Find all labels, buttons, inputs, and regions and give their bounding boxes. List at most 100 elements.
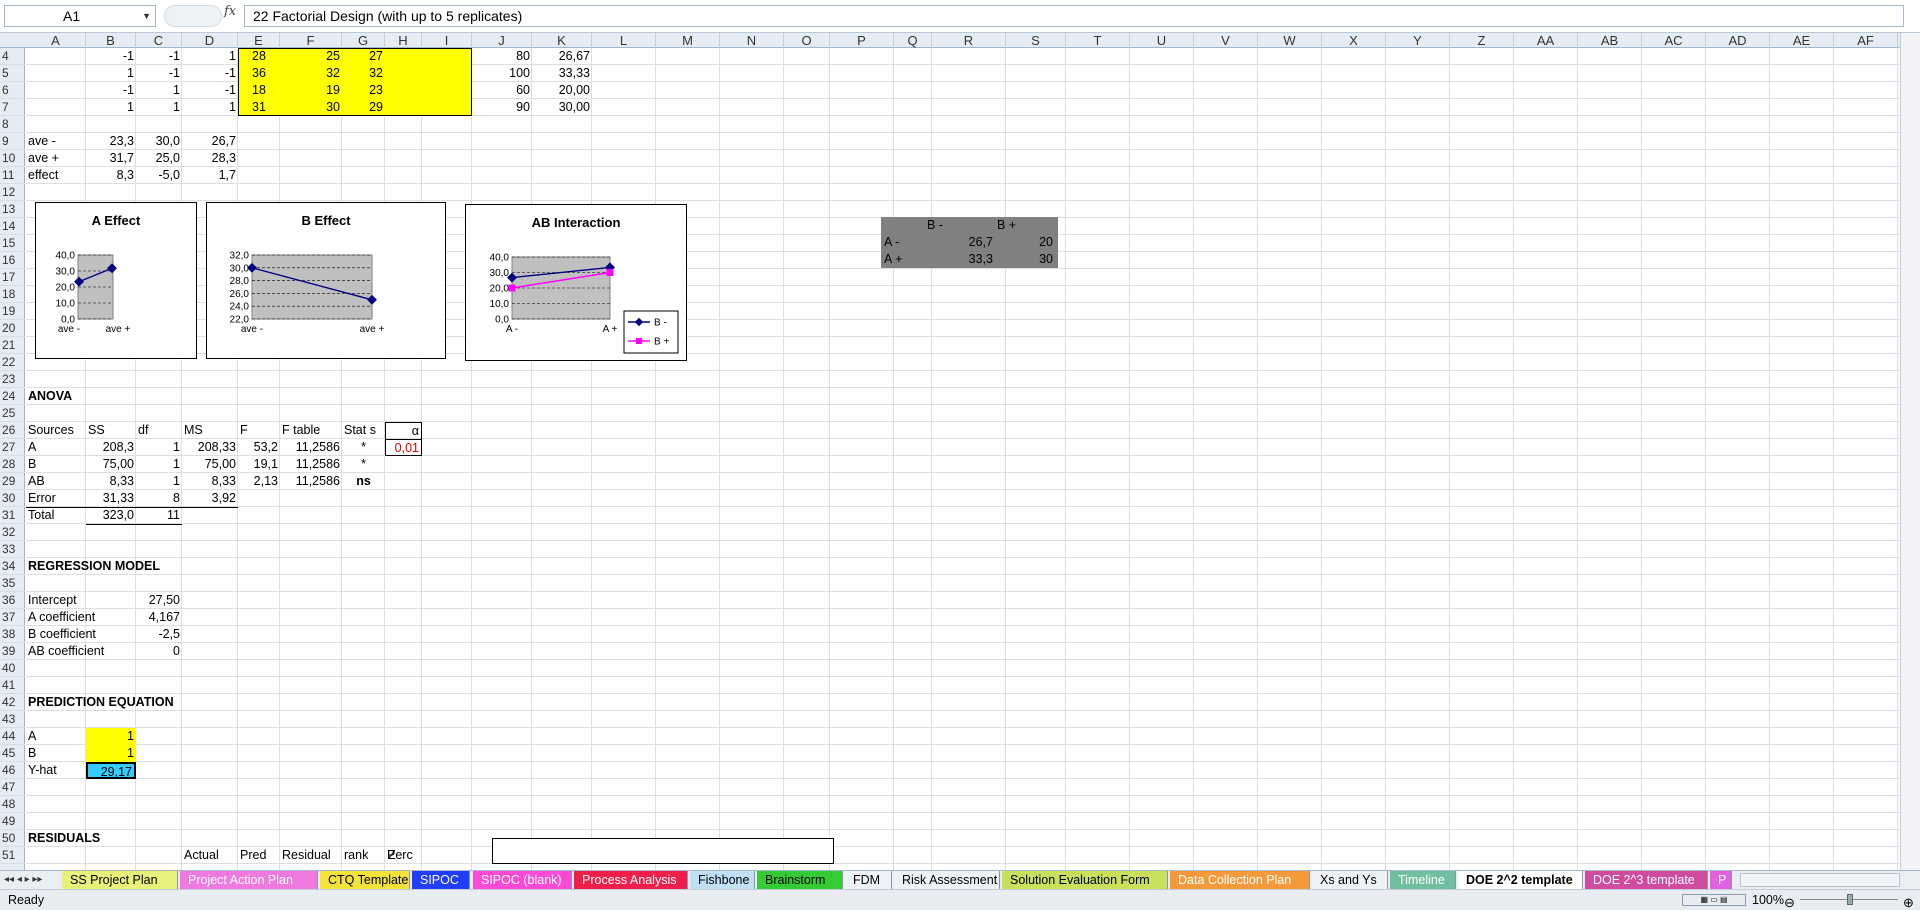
row-header-16[interactable]: 16 [0,252,25,269]
row-header-19[interactable]: 19 [0,303,25,320]
row-header-37[interactable]: 37 [0,609,25,626]
column-header-b[interactable]: B [86,33,136,48]
regression-label[interactable]: A coefficient [26,609,136,626]
design-cell-c6[interactable]: 1 [136,82,182,99]
column-header-t[interactable]: T [1066,33,1130,48]
zoom-out-button[interactable]: ⊖ [1784,893,1795,910]
row-header-45[interactable]: 45 [0,745,25,762]
row-header-23[interactable]: 23 [0,371,25,388]
row-header-18[interactable]: 18 [0,286,25,303]
column-header-x[interactable]: X [1322,33,1386,48]
residuals-title[interactable]: RESIDUALS [26,830,146,847]
column-header-v[interactable]: V [1194,33,1258,48]
row-header-36[interactable]: 36 [0,592,25,609]
anova-significance[interactable] [342,507,385,524]
anova-source[interactable]: AB [26,473,86,490]
anova-f[interactable] [238,490,280,507]
column-header-o[interactable]: O [784,33,830,48]
anova-header-0[interactable]: Sources [26,422,86,439]
row-header-21[interactable]: 21 [0,337,25,354]
row-header-25[interactable]: 25 [0,405,25,422]
anova-df[interactable]: 11 [136,507,182,524]
residuals-header-5[interactable]: Z [386,847,436,864]
sheet-tab-timeline[interactable]: Timeline [1390,871,1456,889]
column-header-u[interactable]: U [1130,33,1194,48]
sheet-tab-data-collection-plan[interactable]: Data Collection Plan [1170,871,1310,889]
anova-f[interactable]: 53,2 [238,439,280,456]
column-header-h[interactable]: H [385,33,422,48]
design-cell-d6[interactable]: -1 [182,82,238,99]
replicate-1-cell[interactable]: 28 [238,48,280,65]
chart-2[interactable]: AB Interaction 40,0 30,0 20,0 10,0 0,0 A -A + B… [465,204,687,361]
sheet-tab-solution-evaluation-form[interactable]: Solution Evaluation Form [1002,871,1168,889]
column-header-ac[interactable]: AC [1642,33,1706,48]
replicate-cell-f7[interactable]: 30 [280,99,342,116]
row-header-47[interactable]: 47 [0,779,25,796]
anova-ss[interactable]: 75,00 [86,456,136,473]
average-cell-b10[interactable]: 31,7 [86,150,136,167]
sheet-tab-xs-and-ys[interactable]: Xs and Ys [1312,871,1388,889]
anova-df[interactable]: 1 [136,473,182,490]
row-header-20[interactable]: 20 [0,320,25,337]
total-cell-j5[interactable]: 100 [472,65,532,82]
average-cell-d10[interactable]: 28,3 [182,150,238,167]
anova-ftable[interactable] [280,507,342,524]
sheet-tab-p[interactable]: P [1710,871,1732,889]
anova-ms[interactable]: 8,33 [182,473,238,490]
anova-ftable[interactable]: 11,2586 [280,473,342,490]
column-header-i[interactable]: I [422,33,472,48]
column-header-f[interactable]: F [280,33,342,48]
row-header-5[interactable]: 5 [0,65,25,82]
row-header-51[interactable]: 51 [0,847,25,864]
prediction-b-input[interactable]: 1 [86,745,136,762]
design-cell-d5[interactable]: -1 [182,65,238,82]
column-header-m[interactable]: M [656,33,720,48]
design-cell-b6[interactable]: -1 [86,82,136,99]
column-header-j[interactable]: J [472,33,532,48]
row-header-46[interactable]: 46 [0,762,25,779]
row-header-15[interactable]: 15 [0,235,25,252]
anova-source[interactable]: Total [26,507,86,524]
zoom-slider-thumb[interactable] [1847,894,1853,905]
anova-df[interactable]: 1 [136,456,182,473]
column-header-ab[interactable]: AB [1578,33,1642,48]
regression-label[interactable]: AB coefficient [26,643,136,660]
column-header-z[interactable]: Z [1450,33,1514,48]
anova-header-5[interactable]: F table [280,422,342,439]
column-header-p[interactable]: P [830,33,894,48]
anova-df[interactable]: 1 [136,439,182,456]
regression-value[interactable]: 4,167 [136,609,182,626]
formula-input[interactable]: 22 Factorial Design (with up to 5 replic… [244,5,1904,27]
sheet-tab-sipoc-blank-[interactable]: SIPOC (blank) [473,871,572,889]
anova-f[interactable]: 2,13 [238,473,280,490]
row-header-38[interactable]: 38 [0,626,25,643]
total-cell-k7[interactable]: 30,00 [532,99,592,116]
anova-ms[interactable]: 75,00 [182,456,238,473]
average-cell-c10[interactable]: 25,0 [136,150,182,167]
total-cell-j4[interactable]: 80 [472,48,532,65]
anova-source[interactable]: A [26,439,86,456]
vertical-scrollbar[interactable] [1900,33,1920,870]
residuals-header-1[interactable]: Pred [238,847,280,864]
anova-f[interactable] [238,507,280,524]
residuals-header-2[interactable]: Residual [280,847,342,864]
sheet-tab-doe-2-2-template[interactable]: DOE 2^2 template [1458,871,1583,889]
column-header-q[interactable]: Q [894,33,932,48]
row-header-49[interactable]: 49 [0,813,25,830]
anova-ss[interactable]: 208,3 [86,439,136,456]
replicate-cell-g7[interactable]: 29 [342,99,385,116]
row-header-4[interactable]: 4 [0,48,25,65]
row-header-35[interactable]: 35 [0,575,25,592]
column-header-e[interactable]: E [238,33,280,48]
horizontal-scrollbar[interactable] [1740,873,1900,887]
anova-significance[interactable]: * [342,439,385,456]
row-header-8[interactable]: 8 [0,116,25,133]
sheet-tab-fdm[interactable]: FDM [845,871,892,889]
column-header-c[interactable]: C [136,33,182,48]
row-header-50[interactable]: 50 [0,830,25,847]
anova-ftable[interactable]: 11,2586 [280,439,342,456]
anova-header-6[interactable]: Stat s [342,422,385,439]
column-header-r[interactable]: R [932,33,1006,48]
replicate-cell-g5[interactable]: 32 [342,65,385,82]
row-header-17[interactable]: 17 [0,269,25,286]
